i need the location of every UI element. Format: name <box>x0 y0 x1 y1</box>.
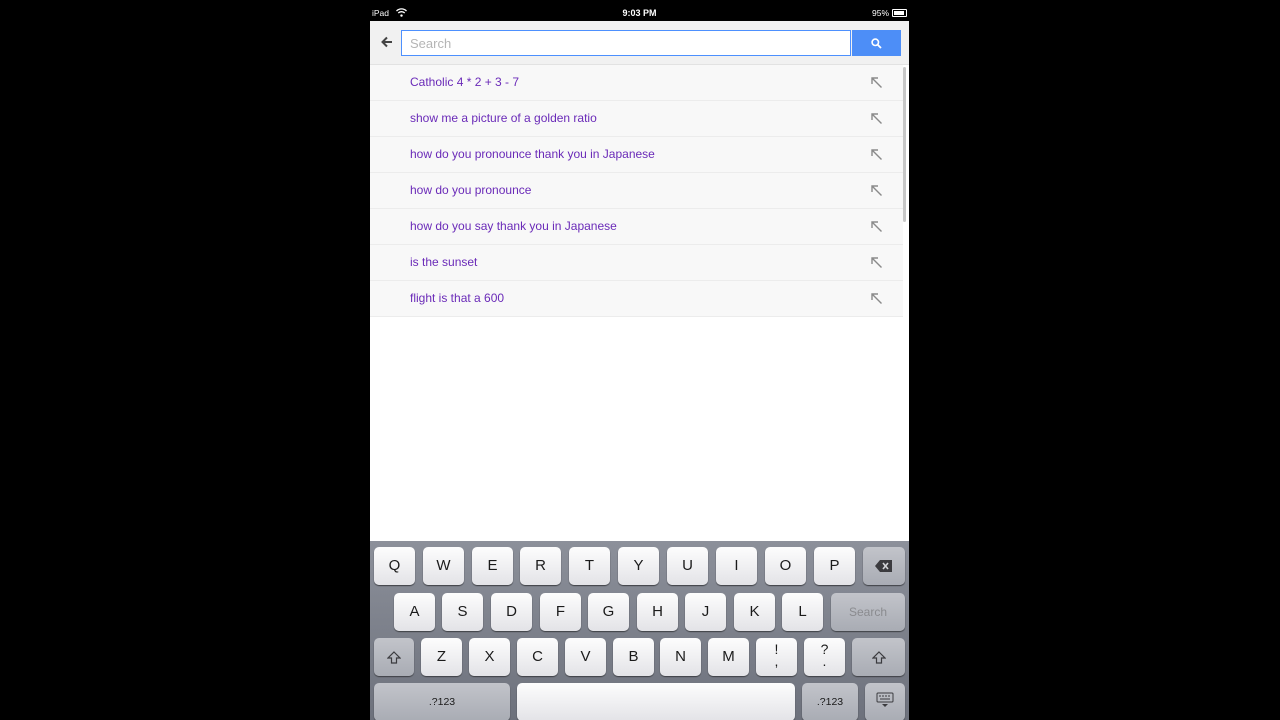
shift-arrow-icon <box>386 651 402 664</box>
hide-keyboard-key[interactable] <box>865 683 905 720</box>
key-a[interactable]: A <box>394 593 435 631</box>
clock: 9:03 PM <box>622 8 657 18</box>
key-e[interactable]: E <box>472 547 513 585</box>
suggestion-text: how do you say thank you in Japanese <box>410 219 617 233</box>
arrow-up-left-icon[interactable] <box>870 148 883 161</box>
key-h[interactable]: H <box>637 593 678 631</box>
numbers-key-right[interactable]: .?123 <box>802 683 858 720</box>
key-v[interactable]: V <box>565 638 606 676</box>
question-period-key[interactable]: ? . <box>804 638 845 676</box>
delete-key[interactable] <box>863 547 905 585</box>
battery-icon <box>892 9 907 17</box>
magnifier-icon <box>871 38 882 49</box>
suggestion-item[interactable]: show me a picture of a golden ratio <box>370 101 903 137</box>
key-z[interactable]: Z <box>421 638 462 676</box>
key-b[interactable]: B <box>613 638 654 676</box>
shift-key-left[interactable] <box>374 638 414 676</box>
scrollbar[interactable] <box>903 67 906 222</box>
key-s[interactable]: S <box>442 593 483 631</box>
key-c[interactable]: C <box>517 638 558 676</box>
back-button[interactable] <box>378 33 396 51</box>
arrow-up-left-icon[interactable] <box>870 112 883 125</box>
key-x[interactable]: X <box>469 638 510 676</box>
search-header <box>370 21 909 65</box>
suggestion-text: flight is that a 600 <box>410 291 505 305</box>
arrow-left-icon <box>381 36 392 48</box>
ipad-screen: iPad 9:03 PM 95% Search Catholic 4 * 2 +… <box>370 0 909 720</box>
key-r[interactable]: R <box>520 547 561 585</box>
suggestion-text: how do you pronounce thank you in Japane… <box>410 147 655 161</box>
key-g[interactable]: G <box>588 593 629 631</box>
arrow-up-left-icon[interactable] <box>870 256 883 269</box>
period-label: . <box>822 653 827 669</box>
suggestion-item[interactable]: how do you say thank you in Japanese <box>370 209 903 245</box>
suggestion-list: Catholic 4 * 2 + 3 - 7 show me a picture… <box>370 65 903 317</box>
suggestion-item[interactable]: flight is that a 600 <box>370 281 903 317</box>
suggestion-text: how do you pronounce <box>410 183 532 197</box>
keyboard-dismiss-icon <box>876 692 894 707</box>
key-w[interactable]: W <box>423 547 464 585</box>
suggestion-text: show me a picture of a golden ratio <box>410 111 597 125</box>
shift-key-right[interactable] <box>852 638 905 676</box>
arrow-up-left-icon[interactable] <box>870 292 883 305</box>
status-bar: iPad 9:03 PM 95% <box>370 0 909 21</box>
space-bar[interactable] <box>517 683 795 720</box>
suggestion-text: is the sunset <box>410 255 478 269</box>
numbers-key-left[interactable]: .?123 <box>374 683 510 720</box>
key-m[interactable]: M <box>708 638 749 676</box>
key-i[interactable]: I <box>716 547 757 585</box>
key-t[interactable]: T <box>569 547 610 585</box>
key-j[interactable]: J <box>685 593 726 631</box>
key-f[interactable]: F <box>540 593 581 631</box>
search-button[interactable] <box>852 30 901 56</box>
arrow-up-left-icon[interactable] <box>870 76 883 89</box>
exclaim-comma-key[interactable]: ! , <box>756 638 797 676</box>
backspace-icon <box>875 560 892 572</box>
key-o[interactable]: O <box>765 547 806 585</box>
arrow-up-left-icon[interactable] <box>870 220 883 233</box>
comma-label: , <box>774 653 779 669</box>
suggestion-item[interactable]: how do you pronounce <box>370 173 903 209</box>
battery-percent: 95% <box>871 8 889 18</box>
suggestion-item[interactable]: Catholic 4 * 2 + 3 - 7 <box>370 65 903 101</box>
key-n[interactable]: N <box>660 638 701 676</box>
on-screen-keyboard: Q W E R T Y U I O P A S D F G H J K L Se… <box>370 541 909 720</box>
key-d[interactable]: D <box>491 593 532 631</box>
key-k[interactable]: K <box>734 593 775 631</box>
key-q[interactable]: Q <box>374 547 415 585</box>
search-app: Catholic 4 * 2 + 3 - 7 show me a picture… <box>370 21 909 541</box>
key-u[interactable]: U <box>667 547 708 585</box>
search-key[interactable]: Search <box>831 593 905 631</box>
key-l[interactable]: L <box>782 593 823 631</box>
suggestion-item[interactable]: how do you pronounce thank you in Japane… <box>370 137 903 173</box>
key-y[interactable]: Y <box>618 547 659 585</box>
suggestion-text: Catholic 4 * 2 + 3 - 7 <box>410 75 520 89</box>
shift-arrow-icon <box>871 651 886 664</box>
key-p[interactable]: P <box>814 547 855 585</box>
search-input[interactable] <box>401 30 851 56</box>
suggestion-item[interactable]: is the sunset <box>370 245 903 281</box>
arrow-up-left-icon[interactable] <box>870 184 883 197</box>
